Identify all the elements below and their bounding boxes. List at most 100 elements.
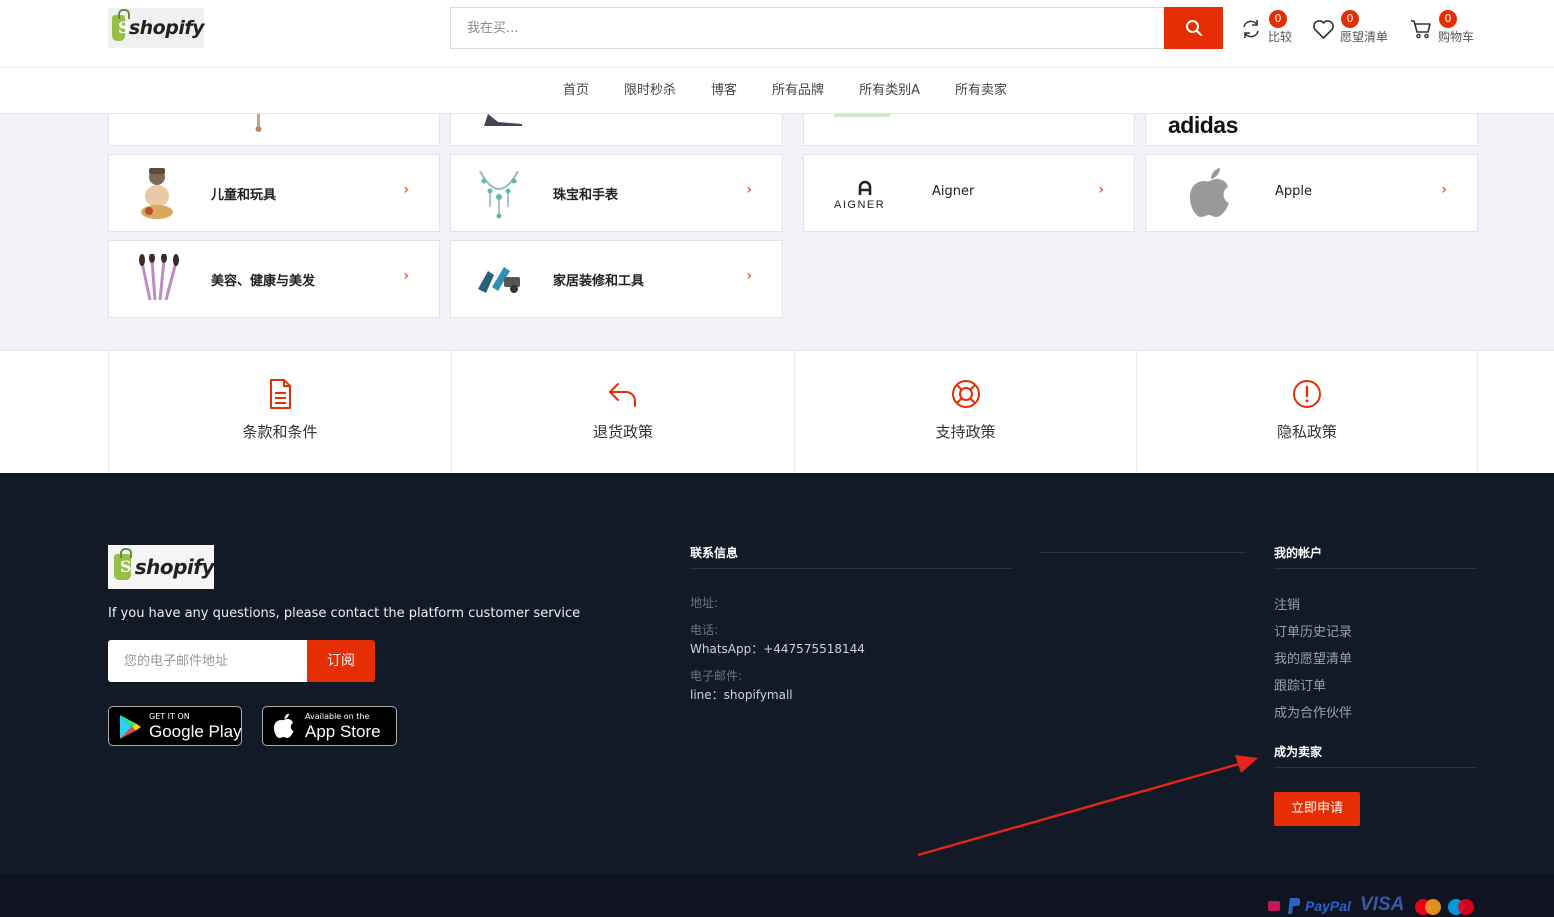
- google-play-small-text: GET IT ON: [149, 712, 190, 721]
- google-play-big-text: Google Play: [149, 722, 242, 741]
- wishlist-button[interactable]: 0 愿望清单: [1312, 10, 1396, 48]
- nav-all-categories[interactable]: 所有类别A: [859, 68, 920, 113]
- search-bar: [450, 7, 1223, 49]
- chevron-right-icon: ›: [746, 182, 752, 198]
- cart-button[interactable]: 0 购物车: [1410, 10, 1480, 48]
- site-logo[interactable]: shopify: [108, 8, 205, 48]
- category-name: 儿童和玩具: [211, 188, 277, 203]
- wishlist-count-badge: 0: [1341, 10, 1359, 28]
- nav-all-sellers[interactable]: 所有卖家: [955, 68, 1007, 113]
- contact-title: 联系信息: [690, 546, 739, 560]
- compare-label: 比较: [1268, 30, 1293, 44]
- account-title: 我的帐户: [1274, 546, 1323, 560]
- app-store-button[interactable]: Available on the App Store: [262, 706, 397, 746]
- account-link-partner[interactable]: 成为合作伙伴: [1274, 702, 1352, 721]
- return-arrow-icon: [609, 383, 636, 407]
- search-button[interactable]: [1164, 7, 1223, 49]
- compare-refresh-icon: [1243, 20, 1259, 38]
- cart-label: 购物车: [1438, 30, 1475, 44]
- compare-count-badge: 0: [1269, 10, 1287, 28]
- toy-icon: [129, 165, 185, 221]
- policy-support[interactable]: 支持政策: [794, 351, 1136, 474]
- contact-divider: [690, 568, 1012, 569]
- nav-flash-sale[interactable]: 限时秒杀: [624, 68, 676, 113]
- subscribe-email-input[interactable]: [108, 640, 307, 682]
- aigner-logo: AIGNER: [830, 165, 900, 221]
- necklace-icon: [471, 165, 527, 221]
- category-card-beauty-health[interactable]: 美容、健康与美发 ›: [108, 240, 440, 318]
- logo-text: shopify: [128, 17, 205, 39]
- brand-card-apple[interactable]: Apple ›: [1145, 154, 1478, 232]
- shopify-bag-icon: [112, 9, 130, 41]
- nav-blog[interactable]: 博客: [711, 68, 737, 113]
- site-footer: shopify If you have any questions, pleas…: [0, 473, 1554, 874]
- account-link-wishlist[interactable]: 我的愿望清单: [1274, 648, 1352, 667]
- category-card-kids-toys[interactable]: 儿童和玩具 ›: [108, 154, 440, 232]
- category-card-home-tools[interactable]: 家居装修和工具 ›: [450, 240, 783, 318]
- policy-label: 支持政策: [935, 423, 996, 441]
- payment-icon-small: [1268, 901, 1280, 911]
- footer-logo[interactable]: shopify: [108, 545, 215, 589]
- alert-circle-icon: [1293, 380, 1321, 408]
- google-play-button[interactable]: GET IT ON Google Play: [108, 706, 242, 746]
- apply-now-button[interactable]: 立即申请: [1274, 792, 1360, 826]
- brand-name: Aigner: [932, 184, 975, 199]
- paypal-icon: [1288, 898, 1300, 914]
- main-nav: 首页 限时秒杀 博客 所有品牌 所有类别A 所有卖家: [0, 68, 1554, 114]
- address-label: 地址:: [690, 596, 719, 610]
- footer-logo-text: shopify: [134, 555, 215, 579]
- visa-text: VISA: [1360, 894, 1405, 915]
- paypal-text: PayPal: [1305, 898, 1351, 914]
- phone-value: WhatsApp：+447575518144: [690, 642, 865, 656]
- column-divider: [1040, 552, 1246, 553]
- category-card-partial-adidas[interactable]: adidas: [1145, 114, 1478, 146]
- category-card-jewelry-watches[interactable]: 珠宝和手表 ›: [450, 154, 783, 232]
- mastercard-icon: [1415, 899, 1441, 915]
- chevron-right-icon: ›: [1441, 182, 1447, 198]
- email-value: line：shopifymall: [690, 688, 793, 702]
- category-card-partial[interactable]: [450, 114, 783, 146]
- account-link-logout[interactable]: 注销: [1274, 594, 1300, 613]
- maestro-icon: [1448, 899, 1474, 915]
- category-card-partial[interactable]: [803, 114, 1135, 146]
- account-link-order-history[interactable]: 订单历史记录: [1274, 621, 1352, 640]
- policy-terms[interactable]: 条款和条件: [108, 351, 451, 474]
- nav-all-brands[interactable]: 所有品牌: [772, 68, 824, 113]
- policy-privacy[interactable]: 隐私政策: [1136, 351, 1478, 474]
- app-store-big-text: App Store: [305, 722, 381, 741]
- email-label: 电子邮件:: [690, 669, 743, 683]
- category-name: 珠宝和手表: [553, 188, 619, 203]
- adidas-logo-text: adidas: [1168, 114, 1238, 138]
- policy-label: 条款和条件: [242, 423, 318, 441]
- category-name: 家居装修和工具: [553, 274, 645, 289]
- category-card-partial[interactable]: [108, 114, 440, 146]
- account-link-track-order[interactable]: 跟踪订单: [1274, 675, 1326, 694]
- subscribe-button[interactable]: 订阅: [307, 640, 375, 682]
- document-icon: [270, 379, 291, 409]
- seller-title: 成为卖家: [1274, 745, 1323, 759]
- search-icon: [1185, 20, 1202, 37]
- search-input[interactable]: [451, 8, 1164, 48]
- nav-home[interactable]: 首页: [563, 68, 589, 113]
- brand-name: Apple: [1275, 184, 1313, 199]
- chevron-right-icon: ›: [1098, 182, 1104, 198]
- wishlist-label: 愿望清单: [1340, 30, 1389, 44]
- policy-returns[interactable]: 退货政策: [451, 351, 794, 474]
- chevron-right-icon: ›: [403, 182, 409, 198]
- app-store-small-text: Available on the: [305, 712, 370, 721]
- brand-card-aigner[interactable]: AIGNER Aigner ›: [803, 154, 1135, 232]
- apple-icon: [273, 713, 294, 738]
- tools-icon: [471, 251, 527, 307]
- makeup-brushes-icon: [129, 251, 185, 307]
- policy-label: 退货政策: [592, 423, 653, 441]
- cart-count-badge: 0: [1439, 10, 1457, 28]
- compare-button[interactable]: 0 比较: [1240, 10, 1298, 48]
- shopify-bag-icon: [114, 548, 132, 580]
- top-header: shopify 0 比较 0 愿望清单 0 购物车: [0, 0, 1554, 68]
- chevron-right-icon: ›: [746, 268, 752, 284]
- category-name: 美容、健康与美发: [211, 274, 316, 289]
- policy-row: 条款和条件 退货政策 支持政策 隐私政策: [0, 350, 1554, 474]
- account-divider: [1274, 568, 1477, 569]
- cart-icon: [1411, 20, 1431, 39]
- phone-label: 电话:: [690, 623, 719, 637]
